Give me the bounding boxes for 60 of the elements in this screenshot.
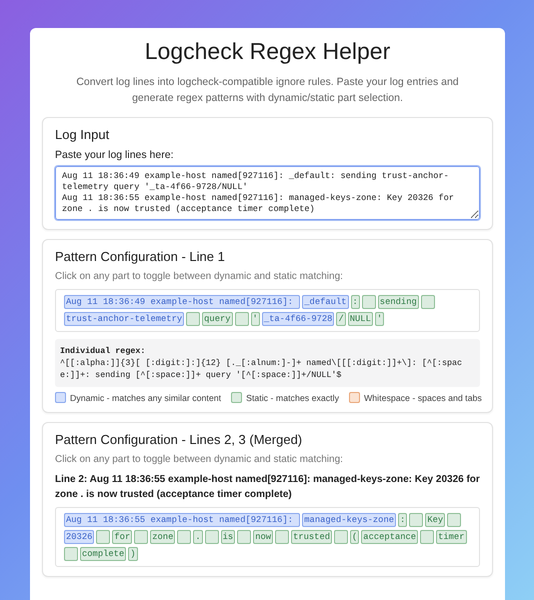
space-token[interactable] (177, 530, 192, 544)
static-token[interactable]: . (193, 530, 203, 544)
space-token[interactable] (96, 530, 110, 544)
card-heading: Pattern Configuration - Line 1 (55, 248, 226, 264)
dynamic-token[interactable]: Aug 11 18:36:49 example-host named[927116]: (64, 294, 300, 308)
legend-swatch-icon (55, 392, 66, 404)
page-title: Logcheck Regex Helper (144, 38, 392, 65)
static-token[interactable]: Key (425, 513, 446, 528)
static-token[interactable]: for (112, 530, 132, 544)
space-token[interactable] (447, 513, 462, 528)
page-subtitle: Convert log lines into logcheck-compatible ignore rules. Paste your log entries and generate regex patterns with dynamic/static part selection. (75, 75, 460, 106)
dynamic-token[interactable]: trust-anchor-telemetry (64, 312, 184, 326)
instruction-text: Click on any part to toggle between dynamic and static matching: (55, 270, 344, 282)
static-token[interactable]: : (350, 294, 360, 308)
space-token[interactable] (362, 294, 376, 308)
static-token[interactable]: zone (150, 530, 176, 544)
static-token[interactable]: ( (350, 530, 360, 544)
static-token[interactable]: ' (374, 312, 384, 326)
dynamic-token[interactable]: _default (302, 294, 349, 308)
space-token[interactable] (234, 312, 249, 326)
card-heading: Pattern Configuration - Lines 2, 3 (Merged) (55, 432, 304, 448)
static-token[interactable]: trusted (291, 530, 332, 544)
field-label: Paste your log lines here: (55, 148, 174, 160)
static-token[interactable]: ' (250, 312, 260, 326)
instruction-text: Click on any part to toggle between dynamic and static matching: (55, 454, 344, 466)
dynamic-token[interactable]: _ta-4f66-9728 (262, 312, 334, 326)
card-heading: Log Input (55, 126, 110, 142)
static-token[interactable]: acceptance (361, 530, 418, 544)
space-token[interactable] (334, 530, 348, 544)
space-token[interactable] (275, 530, 290, 544)
space-token[interactable] (409, 513, 424, 528)
space-token[interactable] (186, 312, 200, 326)
dynamic-token[interactable]: 20326 (64, 530, 94, 544)
static-token[interactable]: : (398, 513, 408, 528)
space-token[interactable] (420, 294, 435, 308)
static-token[interactable]: complete (80, 547, 126, 562)
space-token[interactable] (204, 530, 219, 544)
legend-swatch-icon (231, 392, 242, 404)
space-token[interactable] (64, 547, 78, 562)
legend-label: Whitespace - spaces and tabs (364, 392, 482, 403)
regex-text: ^[[:alpha:]]{3}[ [:digit:]:]{12} [._[:alnum:]-]+ named\[[[:digit:]]+\]: [^[:space:]]+: sending [^[:space:]]+ query '[^[:space:]]+/NULL'$ (60, 356, 464, 382)
static-token[interactable]: now (253, 530, 274, 544)
static-token[interactable]: is (220, 530, 236, 544)
dynamic-token[interactable]: managed-keys-zone (302, 513, 396, 528)
space-token[interactable] (134, 530, 148, 544)
static-token[interactable]: sending (378, 294, 419, 308)
static-token[interactable]: query (202, 312, 233, 326)
legend-label: Static - matches exactly (246, 392, 339, 403)
static-token[interactable]: ) (128, 547, 138, 562)
static-token[interactable]: NULL (348, 312, 373, 326)
space-token[interactable] (237, 530, 252, 544)
regex-label: Individual regex: (60, 344, 146, 357)
line-label: Line 2: Aug 11 18:36:55 example-host named[927116]: managed-keys-zone: Key 20326 for zone . is now trusted (acceptance timer complete) (55, 473, 480, 502)
static-token[interactable]: / (336, 312, 346, 326)
space-token[interactable] (420, 530, 434, 544)
legend-swatch-icon (348, 392, 360, 404)
dynamic-token[interactable]: Aug 11 18:36:55 example-host named[927116]: (64, 513, 300, 528)
static-token[interactable]: timer (436, 530, 466, 544)
log-input-field[interactable]: Aug 11 18:36:49 example-host named[927116]: _default: sending trust-anchor-telemetry query '_ta-4f66-9728/NULL' Aug 11 18:36:55 example-host named[927116]: managed-keys-zone: Key 20326 for zone . is now trusted (acceptance timer complete) (55, 166, 480, 220)
legend-label: Dynamic - matches any similar content (70, 392, 222, 403)
